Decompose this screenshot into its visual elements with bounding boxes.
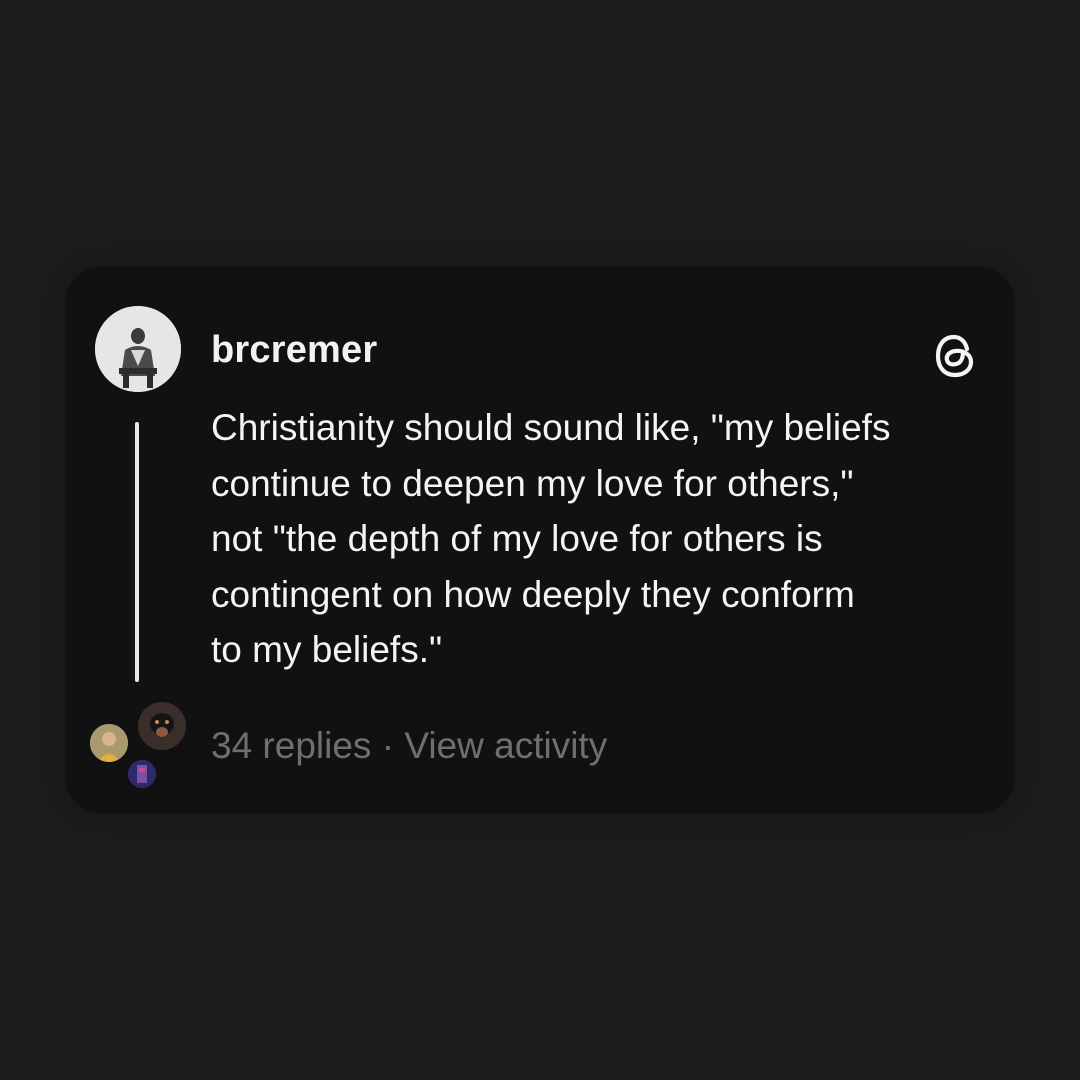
- separator-dot: ·: [381, 725, 395, 766]
- replier-avatar: [126, 758, 158, 790]
- post-body-text: Christianity should sound like, "my beli…: [211, 407, 891, 670]
- author-username[interactable]: brcremer: [211, 328, 377, 372]
- author-avatar[interactable]: [95, 306, 181, 392]
- replier-avatar: [136, 700, 188, 752]
- avatar-photo-icon: [95, 306, 181, 392]
- reply-activity-row: 34 replies · View activity: [211, 724, 607, 768]
- thread-connector-line: [135, 422, 139, 682]
- reply-count-link[interactable]: 34 replies: [211, 725, 371, 766]
- replier-avatar: [88, 722, 130, 764]
- threads-logo-icon: [929, 330, 981, 382]
- view-activity-link[interactable]: View activity: [404, 725, 607, 766]
